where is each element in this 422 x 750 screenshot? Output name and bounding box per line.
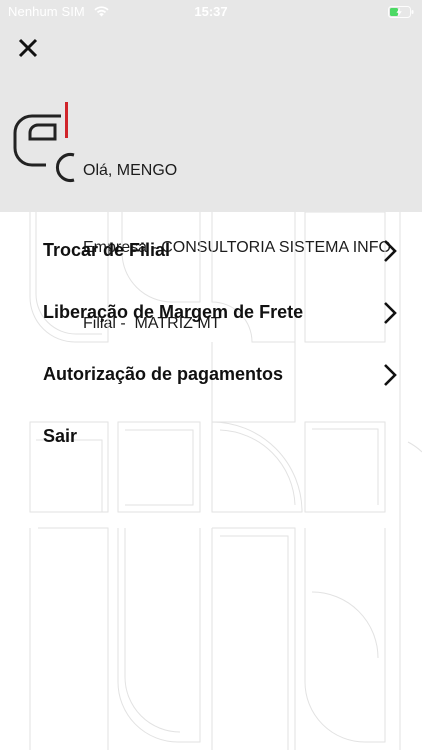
menu-item-trocar-filial[interactable]: Trocar de Filial bbox=[0, 220, 422, 282]
close-icon bbox=[18, 38, 38, 58]
menu-item-label: Liberação de Margem de Frete bbox=[43, 302, 304, 322]
menu-item-label: Trocar de Filial bbox=[43, 240, 171, 260]
close-button[interactable] bbox=[12, 32, 44, 64]
menu-item-sair[interactable]: Sair bbox=[0, 406, 422, 468]
menu-item-label: Autorização de pagamentos bbox=[43, 364, 284, 384]
chevron-right-icon bbox=[384, 302, 397, 324]
battery-charging-icon bbox=[388, 6, 414, 18]
menu-list: Trocar de Filial Liberação de Margem de … bbox=[0, 220, 422, 468]
greeting-text: Olá, MENGO bbox=[83, 162, 178, 179]
company-logo bbox=[13, 102, 75, 182]
status-bar: Nenhum SIM 15:37 bbox=[0, 0, 422, 24]
menu-item-liberacao-margem-frete[interactable]: Liberação de Margem de Frete bbox=[0, 282, 422, 344]
chevron-right-icon bbox=[384, 364, 397, 386]
status-time: 15:37 bbox=[194, 4, 228, 19]
menu-item-autorizacao-pagamentos[interactable]: Autorização de pagamentos bbox=[0, 344, 422, 406]
chevron-right-icon bbox=[384, 240, 397, 262]
menu-item-label: Sair bbox=[43, 426, 78, 446]
header: Nenhum SIM 15:37 Olá, MENGO Empresa - CO… bbox=[0, 0, 422, 332]
